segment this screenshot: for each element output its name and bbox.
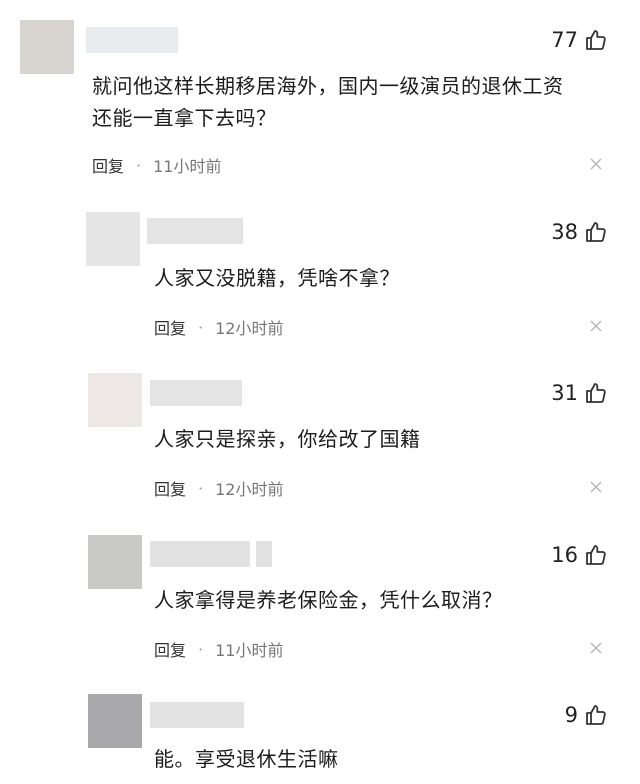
username-blurred[interactable] xyxy=(147,218,243,244)
close-icon[interactable] xyxy=(590,481,602,493)
thumbs-up-icon xyxy=(586,705,606,725)
like-button[interactable]: 38 xyxy=(551,220,608,244)
username-blurred[interactable] xyxy=(150,702,244,728)
avatar[interactable] xyxy=(88,373,142,427)
close-icon[interactable] xyxy=(590,642,602,654)
comment-meta: 回复 · 11小时前 xyxy=(154,637,283,661)
timestamp: 12小时前 xyxy=(215,480,284,499)
timestamp: 11小时前 xyxy=(215,641,284,660)
avatar[interactable] xyxy=(88,694,142,748)
reply-button[interactable]: 回复 xyxy=(154,637,186,661)
like-button[interactable]: 16 xyxy=(551,543,608,567)
comment-text: 人家拿得是养老保险金，凭什么取消？ xyxy=(154,588,503,612)
like-count: 77 xyxy=(551,28,578,52)
like-count: 31 xyxy=(551,381,578,405)
like-count: 9 xyxy=(564,703,578,727)
like-count: 16 xyxy=(551,543,578,567)
like-count: 38 xyxy=(551,220,578,244)
thumbs-up-icon xyxy=(586,383,606,403)
comment-text: 人家又没脱籍，凭啥不拿？ xyxy=(154,266,400,290)
username-blurred[interactable] xyxy=(86,27,178,53)
username-blurred[interactable] xyxy=(150,380,242,406)
like-button[interactable]: 77 xyxy=(551,28,608,52)
comment-text: 能。享受退休生活嘛 xyxy=(154,747,339,771)
comment-text: 就问他这样长期移居海外，国内一级演员的退休工资 还能一直拿下去吗？ xyxy=(92,74,564,130)
close-icon[interactable] xyxy=(590,158,602,170)
reply-button[interactable]: 回复 xyxy=(154,315,186,339)
avatar[interactable] xyxy=(88,535,142,589)
timestamp: 12小时前 xyxy=(215,319,284,338)
like-button[interactable]: 31 xyxy=(551,381,608,405)
comment-text: 人家只是探亲，你给改了国籍 xyxy=(154,427,421,451)
avatar[interactable] xyxy=(20,20,74,74)
avatar[interactable] xyxy=(86,212,140,266)
comment-meta: 回复 · 12小时前 xyxy=(154,315,283,339)
username-blurred-extra xyxy=(256,541,272,567)
close-icon[interactable] xyxy=(590,320,602,332)
thumbs-up-icon xyxy=(586,545,606,565)
like-button[interactable]: 9 xyxy=(565,703,608,727)
reply-button[interactable]: 回复 xyxy=(154,476,186,500)
thumbs-up-icon xyxy=(586,30,606,50)
comment-meta: 回复 · 11小时前 xyxy=(92,153,221,177)
reply-button[interactable]: 回复 xyxy=(92,153,124,177)
username-blurred[interactable] xyxy=(150,541,250,567)
thumbs-up-icon xyxy=(586,222,606,242)
comment-meta: 回复 · 12小时前 xyxy=(154,476,283,500)
timestamp: 11小时前 xyxy=(153,157,222,176)
